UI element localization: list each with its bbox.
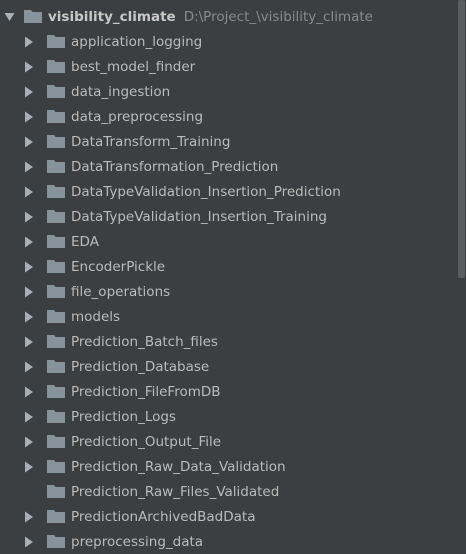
expand-arrow-right-icon[interactable]: [24, 134, 44, 150]
arrow-placeholder: [24, 484, 44, 500]
tree-item[interactable]: DataTransform_Training: [0, 129, 456, 154]
tree-item[interactable]: data_ingestion: [0, 79, 456, 104]
expand-arrow-right-icon[interactable]: [24, 434, 44, 450]
tree-item[interactable]: Prediction_Batch_files: [0, 329, 456, 354]
expand-arrow-right-icon[interactable]: [24, 359, 44, 375]
folder-icon: [47, 484, 66, 499]
vertical-scrollbar[interactable]: [457, 0, 465, 553]
folder-icon: [47, 409, 66, 424]
tree-item-label: DataTypeValidation_Insertion_Prediction: [71, 183, 341, 200]
folder-icon: [47, 184, 66, 199]
tree-item-label: file_operations: [71, 283, 171, 300]
tree-children: application_logging best_model_finderdata…: [0, 29, 456, 554]
tree-item[interactable]: Prediction_Raw_Data_Validation: [0, 454, 456, 479]
expand-arrow-right-icon[interactable]: [24, 384, 44, 400]
expand-arrow-right-icon[interactable]: [24, 84, 44, 100]
folder-icon: [47, 159, 66, 174]
tree-item-label: EncoderPickle: [71, 258, 166, 275]
tree-item[interactable]: file_operations: [0, 279, 456, 304]
folder-icon: [47, 209, 66, 224]
folder-icon: [47, 284, 66, 299]
folder-icon: [47, 459, 66, 474]
expand-arrow-right-icon[interactable]: [24, 534, 44, 550]
folder-icon: [47, 334, 66, 349]
folder-icon: [47, 509, 66, 524]
tree-item[interactable]: PredictionArchivedBadData: [0, 504, 456, 529]
expand-arrow-right-icon[interactable]: [24, 459, 44, 475]
tree-item-label: preprocessing_data: [71, 533, 204, 550]
tree-item[interactable]: DataTypeValidation_Insertion_Training: [0, 204, 456, 229]
expand-arrow-right-icon[interactable]: [24, 184, 44, 200]
tree-item-label: data_preprocessing: [71, 108, 204, 125]
tree-item-label: Prediction_FileFromDB: [71, 383, 221, 400]
tree-item[interactable]: Prediction_Raw_Files_Validated: [0, 479, 456, 504]
tree-item-label: Prediction_Logs: [71, 408, 176, 425]
folder-icon: [47, 384, 66, 399]
tree-item[interactable]: preprocessing_data: [0, 529, 456, 554]
expand-arrow-right-icon[interactable]: [24, 334, 44, 350]
tree-item-label: models: [71, 308, 121, 325]
tree-item[interactable]: EDA: [0, 229, 456, 254]
expand-arrow-down-icon[interactable]: [4, 9, 24, 25]
tree-item-label: Prediction_Database: [71, 358, 210, 375]
expand-arrow-right-icon[interactable]: [24, 259, 44, 275]
expand-arrow-right-icon[interactable]: [24, 309, 44, 325]
expand-arrow-right-icon[interactable]: [24, 409, 44, 425]
expand-arrow-right-icon[interactable]: [24, 209, 44, 225]
tree-item-label: best_model_finder: [71, 58, 196, 75]
folder-icon: [47, 234, 66, 249]
tree-item[interactable]: EncoderPickle: [0, 254, 456, 279]
tree-item-label: data_ingestion: [71, 83, 171, 100]
tree-item-label: application_logging: [71, 33, 203, 50]
expand-arrow-right-icon[interactable]: [24, 284, 44, 300]
folder-icon: [47, 109, 66, 124]
tree-item[interactable]: DataTransformation_Prediction: [0, 154, 456, 179]
tree-root-visibility-climate[interactable]: visibility_climate D:\Project_\visibilit…: [0, 4, 456, 29]
expand-arrow-right-icon[interactable]: [24, 34, 44, 50]
expand-arrow-right-icon[interactable]: [24, 159, 44, 175]
tree-item-label: DataTransform_Training: [71, 133, 231, 150]
tree-item[interactable]: DataTypeValidation_Insertion_Prediction: [0, 179, 456, 204]
folder-icon: [47, 534, 66, 549]
tree-item-label: Prediction_Raw_Data_Validation: [71, 458, 286, 475]
folder-icon: [47, 259, 66, 274]
tree-item[interactable]: models: [0, 304, 456, 329]
root-folder-path: D:\Project_\visibility_climate: [183, 8, 373, 25]
tree-item-label: DataTransformation_Prediction: [71, 158, 279, 175]
root-folder-name: visibility_climate: [48, 8, 176, 25]
tree-item[interactable]: Prediction_Database: [0, 354, 456, 379]
tree-item[interactable]: best_model_finder: [0, 54, 456, 79]
tree-item-label: Prediction_Output_File: [71, 433, 222, 450]
project-tree: visibility_climate D:\Project_\visibilit…: [0, 4, 456, 554]
folder-icon: [47, 434, 66, 449]
expand-arrow-right-icon[interactable]: [24, 59, 44, 75]
folder-icon: [47, 309, 66, 324]
folder-icon: [47, 84, 66, 99]
tree-item[interactable]: data_preprocessing: [0, 104, 456, 129]
expand-arrow-right-icon[interactable]: [24, 109, 44, 125]
folder-icon: [24, 9, 43, 24]
scrollbar-thumb[interactable]: [458, 0, 465, 278]
tree-item[interactable]: Prediction_FileFromDB: [0, 379, 456, 404]
tree-item-label: Prediction_Batch_files: [71, 333, 218, 350]
tree-item[interactable]: application_logging: [0, 29, 456, 54]
folder-icon: [47, 59, 66, 74]
folder-icon: [47, 134, 66, 149]
tree-item[interactable]: Prediction_Output_File: [0, 429, 456, 454]
tree-item-label: DataTypeValidation_Insertion_Training: [71, 208, 327, 225]
tree-item[interactable]: Prediction_Logs: [0, 404, 456, 429]
tree-item-label: PredictionArchivedBadData: [71, 508, 256, 525]
expand-arrow-right-icon[interactable]: [24, 509, 44, 525]
tree-item-label: Prediction_Raw_Files_Validated: [71, 483, 280, 500]
folder-icon: [47, 359, 66, 374]
tree-item-label: EDA: [71, 233, 99, 250]
folder-icon: [47, 34, 66, 49]
expand-arrow-right-icon[interactable]: [24, 234, 44, 250]
